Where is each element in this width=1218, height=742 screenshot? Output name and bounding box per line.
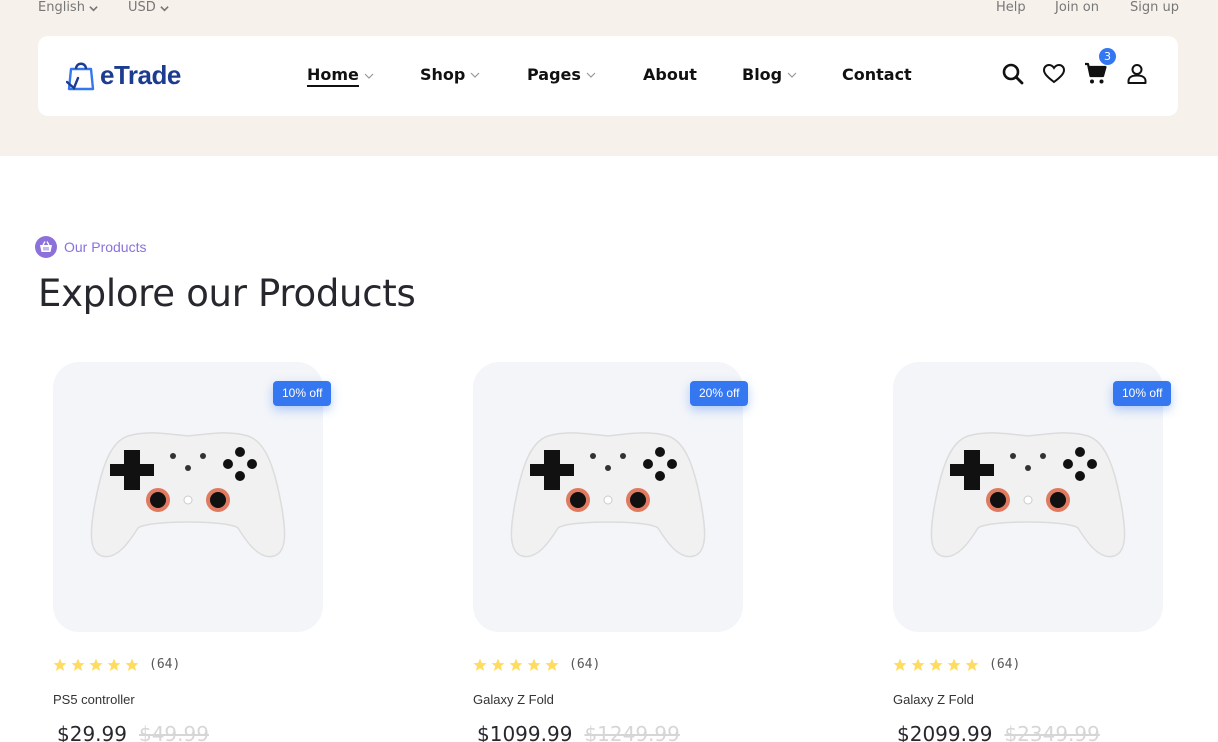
nav-shop[interactable]: Shop <box>420 65 480 84</box>
chevron-down-icon <box>470 72 480 78</box>
rating: (64) <box>53 657 180 672</box>
old-price: $2349.99 <box>1004 722 1100 742</box>
review-count: (64) <box>569 657 601 672</box>
old-price: $49.99 <box>138 722 209 742</box>
current-price: $1099.99 <box>477 722 573 742</box>
product-name[interactable]: PS5 controller <box>53 692 135 707</box>
nav-about[interactable]: About <box>643 65 697 84</box>
product-card[interactable]: 10% off (64) Galaxy Z Fold $2099.99 $234… <box>893 362 1213 742</box>
discount-badge: 20% off <box>690 381 749 406</box>
chevron-down-icon <box>787 72 797 78</box>
nav-blog-label: Blog <box>742 65 783 84</box>
language-select[interactable]: English <box>38 0 98 16</box>
current-price: $2099.99 <box>897 722 993 742</box>
star-icon <box>125 658 139 671</box>
star-icon <box>911 658 925 671</box>
section-tag-label: Our Products <box>64 239 147 255</box>
star-icon <box>491 658 505 671</box>
signup-link[interactable]: Sign up <box>1130 0 1179 16</box>
heart-icon[interactable] <box>1042 62 1066 86</box>
chevron-down-icon <box>364 73 374 79</box>
star-icon <box>107 658 121 671</box>
search-icon[interactable] <box>1001 62 1025 86</box>
chevron-down-icon <box>586 72 596 78</box>
gamepad-image <box>510 432 706 558</box>
nav-pages-label: Pages <box>527 65 581 84</box>
gamepad-image <box>90 432 286 558</box>
product-prices: $1099.99 $1249.99 <box>477 722 680 742</box>
section-title: Explore our Products <box>38 272 416 315</box>
star-icon <box>965 658 979 671</box>
brand-name: eTrade <box>100 59 181 90</box>
nav-about-label: About <box>643 65 697 84</box>
help-link[interactable]: Help <box>996 0 1026 16</box>
basket-icon <box>35 236 57 258</box>
star-icon <box>89 658 103 671</box>
review-count: (64) <box>989 657 1021 672</box>
top-bar: English USD Help Join on Sign up <box>0 0 1218 20</box>
star-icon <box>71 658 85 671</box>
star-icon <box>545 658 559 671</box>
old-price: $1249.99 <box>584 722 680 742</box>
product-prices: $2099.99 $2349.99 <box>897 722 1100 742</box>
cart-count-badge: 3 <box>1099 48 1116 65</box>
language-label: English <box>38 0 85 15</box>
nav-home[interactable]: Home <box>307 65 374 87</box>
star-icon <box>473 658 487 671</box>
rating: (64) <box>893 657 1020 672</box>
product-card[interactable]: 20% off (64) Galaxy Z Fold $1099.99 $124… <box>473 362 793 742</box>
star-icon <box>893 658 907 671</box>
star-icon <box>947 658 961 671</box>
user-icon[interactable] <box>1125 62 1149 86</box>
currency-select[interactable]: USD <box>128 0 169 16</box>
rating: (64) <box>473 657 600 672</box>
nav-home-label: Home <box>307 65 359 87</box>
star-icon <box>527 658 541 671</box>
cart-icon[interactable] <box>1084 62 1108 86</box>
nav-pages[interactable]: Pages <box>527 65 596 84</box>
product-name[interactable]: Galaxy Z Fold <box>473 692 554 707</box>
section-tag: Our Products <box>35 236 146 258</box>
discount-badge: 10% off <box>273 381 332 406</box>
shopping-bag-logo-icon <box>66 62 95 91</box>
review-count: (64) <box>149 657 181 672</box>
nav-contact[interactable]: Contact <box>842 65 912 84</box>
product-prices: $29.99 $49.99 <box>57 722 209 742</box>
currency-label: USD <box>128 0 156 15</box>
join-link[interactable]: Join on <box>1055 0 1099 16</box>
product-card[interactable]: 10% off (64) PS5 controller $29.99 $49.9… <box>53 362 373 742</box>
star-icon <box>53 658 67 671</box>
discount-badge: 10% off <box>1113 381 1172 406</box>
brand-logo[interactable]: eTrade <box>66 58 181 92</box>
product-name[interactable]: Galaxy Z Fold <box>893 692 974 707</box>
current-price: $29.99 <box>57 722 127 742</box>
nav-shop-label: Shop <box>420 65 466 84</box>
chevron-down-icon <box>89 5 98 11</box>
main-navbar: eTrade Home Shop Pages About Blog Contac… <box>38 36 1178 116</box>
nav-blog[interactable]: Blog <box>742 65 797 84</box>
header-band: English USD Help Join on Sign up eTrade … <box>0 0 1218 156</box>
star-icon <box>929 658 943 671</box>
gamepad-image <box>930 432 1126 558</box>
nav-contact-label: Contact <box>842 65 912 84</box>
star-icon <box>509 658 523 671</box>
chevron-down-icon <box>160 5 169 11</box>
